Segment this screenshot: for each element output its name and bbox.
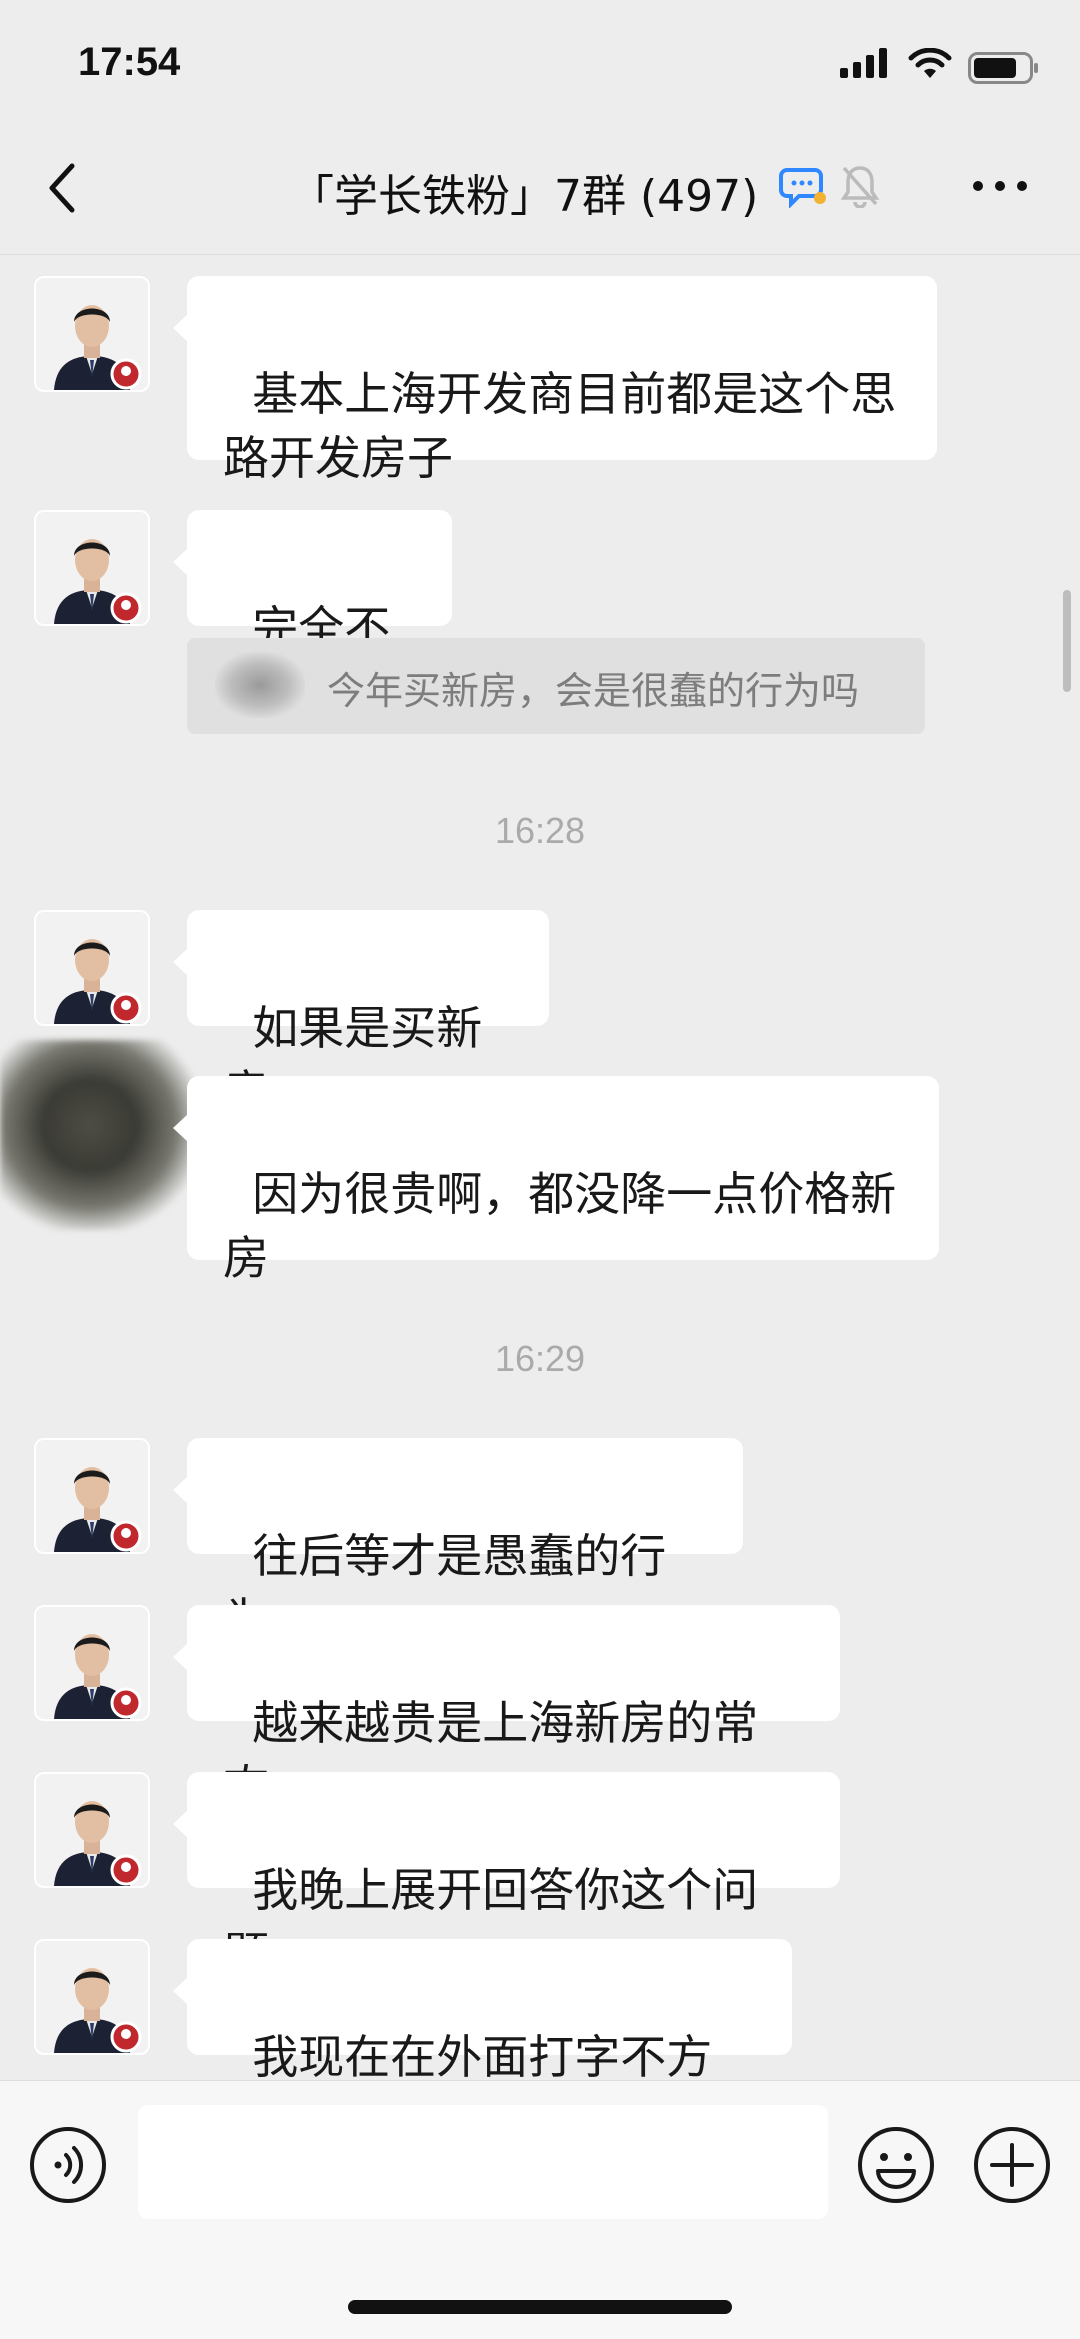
avatar-redacted[interactable] (0, 1040, 200, 1230)
avatar[interactable] (34, 1772, 150, 1888)
avatar[interactable] (34, 1438, 150, 1554)
message-text: 基本上海开发商目前都是这个思 路开发房子 (223, 367, 897, 485)
avatar[interactable] (34, 1605, 150, 1721)
message-bubble[interactable]: 如果是买新房 (173, 910, 549, 1119)
timestamp: 16:28 (494, 810, 586, 851)
avatar[interactable] (34, 510, 150, 626)
message-bubble[interactable]: 基本上海开发商目前都是这个思 路开发房子 (173, 276, 937, 485)
chat-bubble-icon (779, 168, 826, 208)
battery-icon (968, 52, 1038, 84)
more-options-button[interactable] (970, 176, 1030, 196)
message-input[interactable] (138, 2105, 828, 2219)
message-bubble[interactable]: 因为很贵啊，都没降一点价格新 房 (173, 1076, 939, 1285)
signal-icon (840, 48, 887, 78)
back-button[interactable] (40, 158, 84, 218)
home-indicator[interactable] (348, 2300, 732, 2314)
emoji-button[interactable] (856, 2125, 936, 2205)
avatar[interactable] (34, 276, 150, 392)
avatar[interactable] (34, 1939, 150, 2055)
message-bubble[interactable]: 完全不会 (173, 510, 452, 719)
message-bubble[interactable]: 我晚上展开回答你这个问题 (173, 1772, 840, 1981)
chat-title[interactable]: 「学长铁粉」7群 (497) (290, 160, 758, 224)
mute-bell-icon (840, 166, 880, 208)
quote-text: 今年买新房，会是很蠢的行为吗 (327, 669, 860, 713)
message-text: 因为很贵啊，都没降一点价格新 房 (223, 1167, 897, 1285)
wifi-icon (908, 48, 952, 78)
message-bubble[interactable]: 我现在在外面打字不方便 (173, 1939, 792, 2148)
quoted-message[interactable]: 今年买新房，会是很蠢的行为吗 (187, 638, 925, 734)
status-bar: 17:54 (0, 0, 1080, 120)
timestamp: 16:29 (494, 1338, 586, 1379)
message-bubble[interactable]: 越来越贵是上海新房的常态 (173, 1605, 840, 1814)
voice-input-button[interactable] (28, 2125, 108, 2205)
status-time: 17:54 (78, 40, 181, 84)
redacted-name (215, 652, 305, 718)
message-bubble[interactable]: 往后等才是愚蠢的行为 (173, 1438, 743, 1647)
chat-header: 「学长铁粉」7群 (497) (0, 120, 1080, 255)
scroll-indicator[interactable] (1063, 590, 1071, 692)
more-functions-button[interactable] (972, 2125, 1052, 2205)
avatar[interactable] (34, 910, 150, 1026)
